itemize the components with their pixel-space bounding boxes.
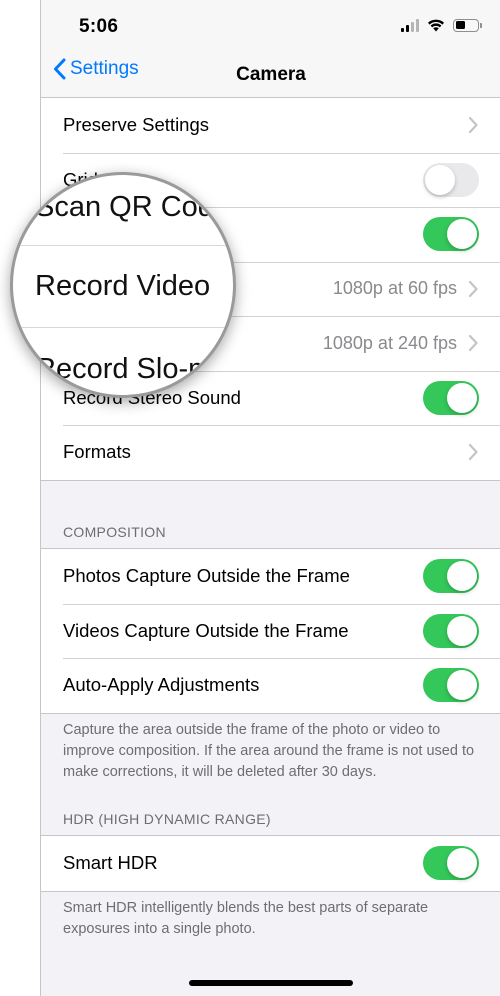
photos-capture-row: Photos Capture Outside the Frame xyxy=(41,549,500,604)
hdr-footer: Smart HDR intelligently blends the best … xyxy=(63,900,429,937)
smart-hdr-row: Smart HDR xyxy=(41,836,500,891)
magnifier-scan-qr-text: Scan QR Cod xyxy=(35,191,214,223)
magnifier-overlay: Scan QR Cod Record Video Record Slo-m xyxy=(10,172,236,398)
chevron-right-icon xyxy=(468,444,478,461)
record-stereo-toggle[interactable] xyxy=(423,380,479,415)
chevron-right-icon xyxy=(468,280,478,297)
nav-bar: Settings Camera xyxy=(41,50,500,98)
chevron-right-icon xyxy=(468,335,478,352)
magnifier-record-video-text: Record Video xyxy=(35,270,211,302)
formats-row[interactable]: Formats xyxy=(41,425,500,480)
preserve-settings-row[interactable]: Preserve Settings xyxy=(41,98,500,153)
status-time: 5:06 xyxy=(79,16,119,37)
chevron-right-icon xyxy=(468,117,478,134)
videos-capture-label: Videos Capture Outside the Frame xyxy=(63,619,349,641)
magnifier-divider xyxy=(13,245,233,246)
smart-hdr-toggle[interactable] xyxy=(423,846,479,881)
record-slomo-value: 1080p at 240 fps xyxy=(322,332,457,353)
preserve-settings-label: Preserve Settings xyxy=(63,114,210,136)
record-video-value: 1080p at 60 fps xyxy=(332,278,457,299)
battery-icon xyxy=(453,18,482,32)
auto-apply-row: Auto-Apply Adjustments xyxy=(41,658,500,713)
hdr-group: Smart HDR xyxy=(41,835,500,892)
home-indicator xyxy=(189,980,353,986)
status-bar: 5:06 xyxy=(41,0,500,50)
wifi-icon xyxy=(428,19,444,32)
phone-screen: 5:06 Settings Camera Preserve Settings 1… xyxy=(40,0,500,996)
smart-hdr-label: Smart HDR xyxy=(63,852,158,874)
grid-toggle[interactable] xyxy=(423,162,479,197)
photos-capture-toggle[interactable] xyxy=(423,559,479,594)
composition-header: COMPOSITION xyxy=(63,524,166,540)
page-title: Camera xyxy=(236,64,306,85)
videos-capture-row: Videos Capture Outside the Frame xyxy=(41,603,500,659)
formats-label: Formats xyxy=(63,441,131,463)
signal-icon xyxy=(401,18,419,32)
videos-capture-toggle[interactable] xyxy=(423,613,479,648)
auto-apply-toggle[interactable] xyxy=(423,668,479,703)
status-icons xyxy=(401,18,482,32)
scan-qr-toggle[interactable] xyxy=(423,217,479,252)
magnifier-record-slomo-text: Record Slo-m xyxy=(35,353,213,385)
composition-group: Photos Capture Outside the Frame Videos … xyxy=(41,548,500,714)
composition-footer: Capture the area outside the frame of th… xyxy=(63,722,475,780)
photos-capture-label: Photos Capture Outside the Frame xyxy=(63,565,350,587)
hdr-header: HDR (HIGH DYNAMIC RANGE) xyxy=(63,811,271,827)
magnifier-divider xyxy=(13,327,233,328)
auto-apply-label: Auto-Apply Adjustments xyxy=(63,674,260,696)
